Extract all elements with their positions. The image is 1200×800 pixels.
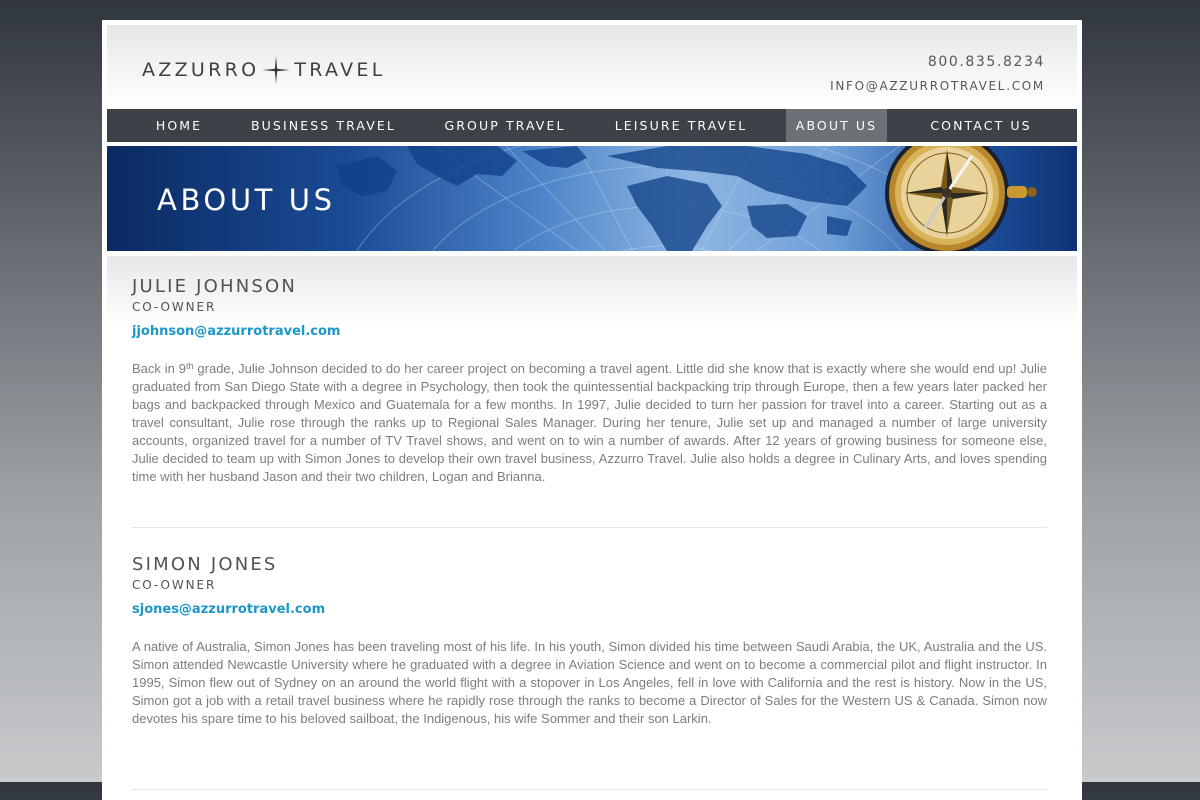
profile-divider (132, 527, 1047, 528)
profile-bio: Back in 9th grade, Julie Johnson decided… (132, 360, 1047, 486)
profile-julie-johnson: JULIE JOHNSON CO-OWNER jjohnson@azzurrot… (132, 276, 1047, 486)
site-header: AZZURRO TRAVEL 800.835.8234 INFO@AZZURRO… (107, 25, 1077, 109)
bio-superscript: th (186, 361, 194, 371)
nav-group-travel[interactable]: GROUP TRAVEL (422, 109, 588, 142)
profile-email-link[interactable]: jjohnson@azzurrotravel.com (132, 324, 340, 340)
page-banner: ABOUT US (107, 146, 1077, 251)
page-container: AZZURRO TRAVEL 800.835.8234 INFO@AZZURRO… (102, 20, 1082, 800)
bio-prefix: Back in 9 (132, 361, 187, 376)
profile-email-link[interactable]: sjones@azzurrotravel.com (132, 602, 325, 618)
compass-star-icon (262, 56, 291, 84)
compass-icon (885, 146, 1037, 251)
nav-contact-us[interactable]: CONTACT US (907, 109, 1055, 142)
profile-role: CO-OWNER (132, 300, 217, 314)
phone-number[interactable]: 800.835.8234 (830, 52, 1045, 72)
profile-simon-jones: SIMON JONES CO-OWNER sjones@azzurrotrave… (132, 554, 1047, 728)
profile-name: SIMON JONES (132, 554, 278, 575)
nav-business-travel[interactable]: BUSINESS TRAVEL (251, 109, 395, 142)
nav-leisure-travel[interactable]: LEISURE TRAVEL (598, 109, 764, 142)
main-content: JULIE JOHNSON CO-OWNER jjohnson@azzurrot… (107, 256, 1077, 800)
profile-role: CO-OWNER (132, 578, 217, 592)
bio-text: grade, Julie Johnson decided to do her c… (132, 361, 1047, 484)
nav-about-us[interactable]: ABOUT US (786, 109, 887, 142)
info-email-link[interactable]: INFO@AZZURROTRAVEL.COM (830, 76, 1045, 96)
profile-name: JULIE JOHNSON (132, 276, 298, 297)
nav-home[interactable]: HOME (107, 109, 251, 142)
logo-text-left: AZZURRO (142, 59, 260, 81)
site-logo[interactable]: AZZURRO TRAVEL (142, 55, 386, 85)
profile-divider (132, 789, 1047, 790)
logo-text-right: TRAVEL (294, 59, 386, 81)
header-contact: 800.835.8234 INFO@AZZURROTRAVEL.COM (830, 52, 1045, 96)
profile-bio: A native of Australia, Simon Jones has b… (132, 639, 1047, 726)
main-nav: HOME BUSINESS TRAVEL GROUP TRAVEL LEISUR… (107, 109, 1077, 142)
banner-title: ABOUT US (157, 183, 336, 217)
